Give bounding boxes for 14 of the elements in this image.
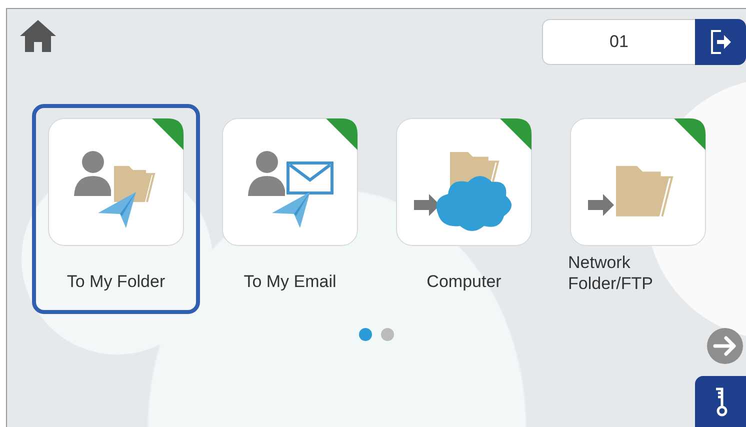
- scan-destination-tile[interactable]: Computer: [380, 104, 548, 314]
- next-page-button[interactable]: [706, 327, 744, 365]
- home-button[interactable]: [19, 19, 57, 53]
- person-folder-icon: [48, 118, 184, 246]
- user-number-field[interactable]: 01: [542, 19, 695, 65]
- scan-destination-tile[interactable]: To My Folder: [32, 104, 200, 314]
- home-icon: [19, 19, 57, 53]
- person-email-icon: [222, 118, 358, 246]
- key-button[interactable]: [695, 376, 746, 427]
- scan-destination-tile[interactable]: Network Folder/FTP: [554, 104, 722, 314]
- logout-icon: [710, 29, 732, 55]
- logout-button[interactable]: [695, 19, 746, 65]
- scan-destination-tile[interactable]: To My Email: [206, 104, 374, 314]
- cloud-folder-icon: [396, 118, 532, 246]
